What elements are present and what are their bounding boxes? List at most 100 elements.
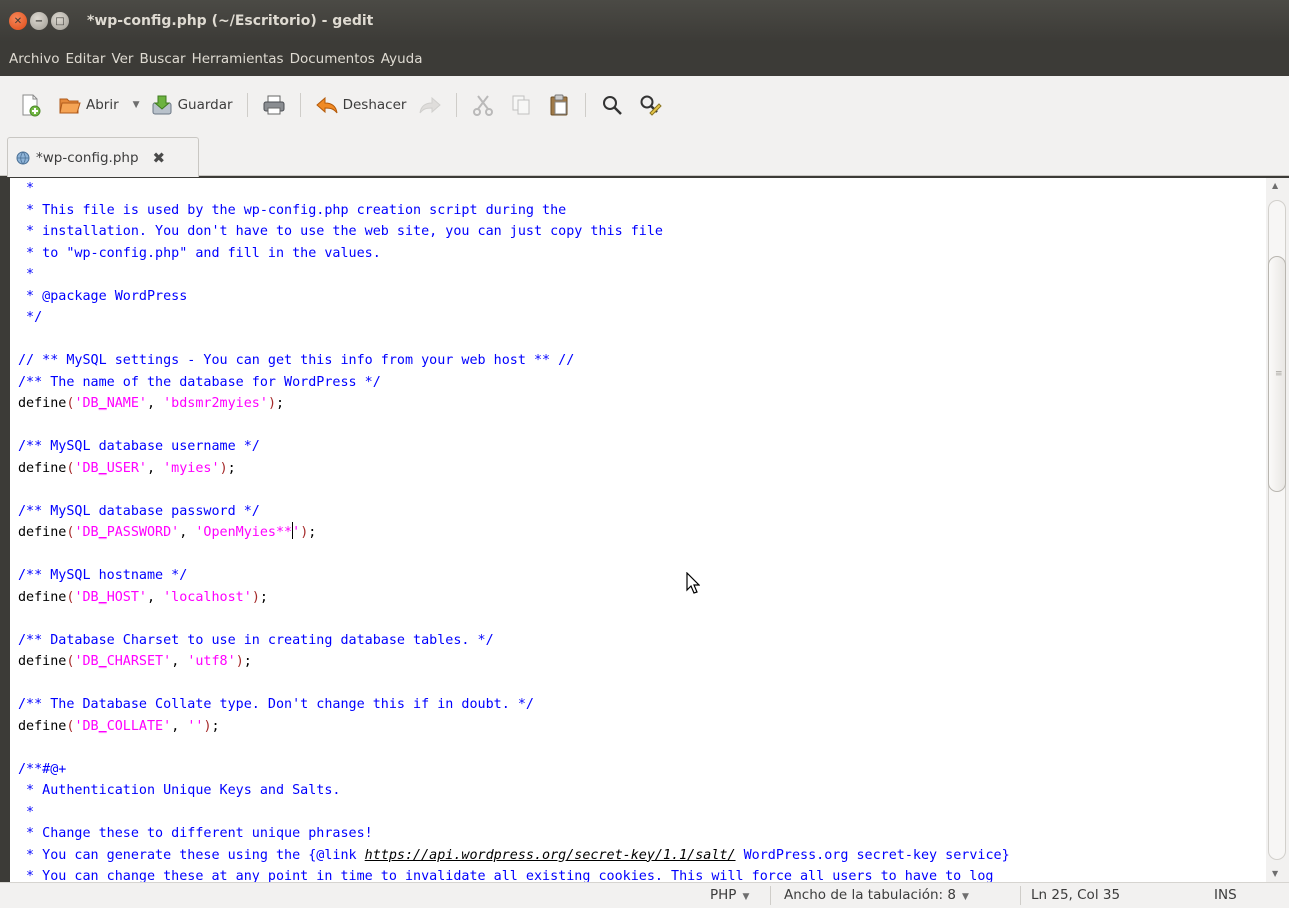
code-token: ) bbox=[267, 396, 276, 411]
minimize-window-button[interactable]: − bbox=[30, 12, 48, 30]
tab-width-label: Ancho de la tabulación: 8 bbox=[784, 887, 956, 903]
code-line[interactable]: /** Database Charset to use in creating … bbox=[18, 630, 1010, 652]
code-line[interactable]: * Change these to different unique phras… bbox=[18, 823, 1010, 845]
tab-wp-config[interactable]: *wp-config.php ✖ bbox=[7, 137, 199, 177]
code-line[interactable]: define('DB_COLLATE', ''); bbox=[18, 716, 1010, 738]
code-content[interactable]: * * This file is used by the wp-config.p… bbox=[18, 178, 1010, 882]
code-line[interactable]: * installation. You don't have to use th… bbox=[18, 221, 1010, 243]
copy-icon bbox=[512, 95, 530, 115]
code-token: '' bbox=[187, 718, 204, 734]
code-token: define bbox=[18, 460, 67, 476]
tab-width-selector[interactable]: Ancho de la tabulación: 8 ▼ bbox=[784, 887, 969, 903]
redo-button[interactable] bbox=[414, 89, 446, 121]
new-document-icon bbox=[22, 94, 41, 117]
code-line[interactable]: // ** MySQL settings - You can get this … bbox=[18, 350, 1010, 372]
code-token: /** The Database Collate type. Don't cha… bbox=[18, 697, 534, 712]
code-token: /** Database Charset to use in creating … bbox=[18, 632, 494, 648]
toolbar: Abrir ▼ Guardar Deshacer bbox=[0, 76, 1289, 134]
code-line[interactable]: ​ bbox=[18, 673, 1010, 695]
menu-herramientas[interactable]: Herramientas bbox=[189, 51, 287, 67]
text-editor[interactable]: * * This file is used by the wp-config.p… bbox=[10, 178, 1266, 882]
language-label: PHP bbox=[710, 887, 737, 903]
close-window-button[interactable]: ✕ bbox=[9, 12, 27, 30]
code-token: 'DB_CHARSET' bbox=[74, 654, 172, 669]
code-line[interactable]: /** MySQL database username */ bbox=[18, 436, 1010, 458]
menu-archivo[interactable]: Archivo bbox=[6, 51, 62, 67]
vertical-scrollbar[interactable]: ▲ ≡ ▼ bbox=[1266, 178, 1289, 882]
toolbar-separator bbox=[299, 93, 301, 117]
code-token: // ** MySQL settings - You can get this … bbox=[18, 353, 575, 368]
code-line[interactable]: /** The name of the database for WordPre… bbox=[18, 372, 1010, 394]
link-text[interactable]: https://api.wordpress.org/secret-key/1.1… bbox=[365, 848, 736, 863]
code-line[interactable]: ​ bbox=[18, 415, 1010, 437]
code-line[interactable]: /** MySQL hostname */ bbox=[18, 565, 1010, 587]
code-line[interactable]: /**#@+ bbox=[18, 759, 1010, 781]
menu-buscar[interactable]: Buscar bbox=[136, 51, 188, 67]
code-line[interactable]: ​ bbox=[18, 544, 1010, 566]
scroll-down-icon[interactable]: ▼ bbox=[1272, 869, 1278, 878]
code-token: * bbox=[18, 181, 35, 196]
code-token: ; bbox=[276, 396, 285, 411]
code-line[interactable]: /** The Database Collate type. Don't cha… bbox=[18, 694, 1010, 716]
undo-button[interactable]: Deshacer bbox=[311, 89, 411, 121]
scissors-icon bbox=[473, 95, 494, 116]
document-globe-icon bbox=[16, 151, 30, 164]
code-line[interactable]: * This file is used by the wp-config.php… bbox=[18, 200, 1010, 222]
code-token: * Authentication Unique Keys and Salts. bbox=[18, 783, 341, 798]
code-line[interactable]: */ bbox=[18, 307, 1010, 329]
menu-editar[interactable]: Editar bbox=[62, 51, 108, 67]
paste-button[interactable] bbox=[543, 89, 575, 121]
cut-button[interactable] bbox=[467, 89, 499, 121]
code-token: * installation. You don't have to use th… bbox=[18, 224, 663, 239]
code-token: 'myies' bbox=[163, 460, 220, 476]
code-line[interactable]: define('DB_USER', 'myies'); bbox=[18, 458, 1010, 480]
code-line[interactable]: ​ bbox=[18, 479, 1010, 501]
code-line[interactable]: * to "wp-config.php" and fill in the val… bbox=[18, 243, 1010, 265]
scroll-up-icon[interactable]: ▲ bbox=[1272, 181, 1278, 190]
code-line[interactable]: /** MySQL database password */ bbox=[18, 501, 1010, 523]
code-line[interactable]: ​ bbox=[18, 329, 1010, 351]
menu-ver[interactable]: Ver bbox=[108, 51, 136, 67]
code-token: ' bbox=[292, 525, 301, 540]
language-selector[interactable]: PHP ▼ bbox=[710, 887, 749, 903]
code-token: , bbox=[179, 525, 196, 540]
code-token: /** MySQL hostname */ bbox=[18, 568, 188, 583]
code-line[interactable]: * @package WordPress bbox=[18, 286, 1010, 308]
paste-icon bbox=[550, 94, 568, 116]
code-line[interactable]: define('DB_NAME', 'bdsmr2myies'); bbox=[18, 393, 1010, 415]
print-button[interactable] bbox=[258, 89, 290, 121]
code-line[interactable]: ​ bbox=[18, 608, 1010, 630]
open-label: Abrir bbox=[86, 97, 119, 113]
code-line[interactable]: * bbox=[18, 178, 1010, 200]
code-token: 'DB_HOST' bbox=[74, 589, 147, 605]
close-tab-icon[interactable]: ✖ bbox=[153, 149, 166, 167]
menu-documentos[interactable]: Documentos bbox=[287, 51, 378, 67]
code-line[interactable]: * bbox=[18, 802, 1010, 824]
code-line[interactable]: * Authentication Unique Keys and Salts. bbox=[18, 780, 1010, 802]
dropdown-arrow-icon: ▼ bbox=[961, 892, 969, 902]
code-token: 'DB_PASSWORD' bbox=[74, 525, 180, 540]
code-line[interactable]: * You can change these at any point in t… bbox=[18, 866, 1010, 882]
code-line[interactable]: define('DB_CHARSET', 'utf8'); bbox=[18, 651, 1010, 673]
scrollbar-thumb[interactable]: ≡ bbox=[1268, 256, 1286, 492]
save-button[interactable]: Guardar bbox=[146, 89, 237, 121]
open-button[interactable]: Abrir bbox=[54, 89, 123, 121]
copy-button[interactable] bbox=[505, 89, 537, 121]
code-token: * You can generate these using the {@lin… bbox=[18, 847, 365, 863]
code-line[interactable]: * You can generate these using the {@lin… bbox=[18, 845, 1010, 867]
new-document-button[interactable] bbox=[14, 89, 46, 121]
code-line[interactable]: define('DB_PASSWORD', 'OpenMyies**'); bbox=[18, 522, 1010, 544]
menu-ayuda[interactable]: Ayuda bbox=[378, 51, 426, 67]
code-line[interactable]: * bbox=[18, 264, 1010, 286]
code-token: 'DB_NAME' bbox=[74, 396, 147, 411]
maximize-window-button[interactable]: □ bbox=[51, 12, 69, 30]
code-token: ; bbox=[243, 654, 252, 669]
toolbar-separator bbox=[246, 93, 248, 117]
window-title: *wp-config.php (~/Escritorio) - gedit bbox=[87, 13, 374, 29]
open-recent-dropdown-icon[interactable]: ▼ bbox=[133, 100, 140, 110]
search-button[interactable] bbox=[596, 89, 628, 121]
tab-label: *wp-config.php bbox=[36, 149, 139, 166]
code-line[interactable]: define('DB_HOST', 'localhost'); bbox=[18, 587, 1010, 609]
code-line[interactable]: ​ bbox=[18, 737, 1010, 759]
find-replace-button[interactable] bbox=[634, 89, 666, 121]
